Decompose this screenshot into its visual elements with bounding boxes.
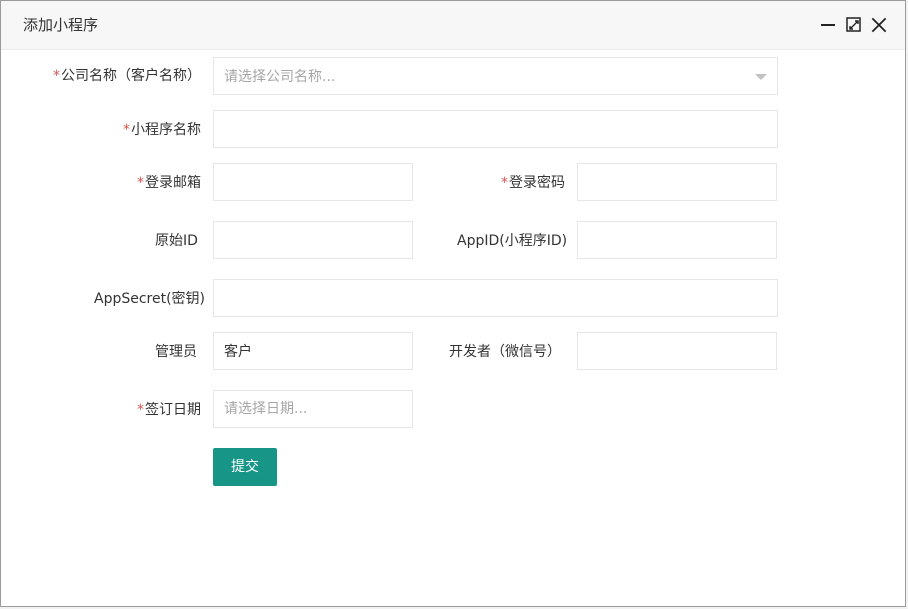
company-label: *公司名称（客户名称） [53, 66, 201, 86]
original-id-label: 原始ID [155, 233, 198, 249]
required-marker: * [53, 68, 60, 84]
company-select-placeholder: 请选择公司名称... [224, 69, 336, 85]
login-email-input[interactable] [213, 163, 413, 201]
required-marker: * [123, 122, 130, 138]
dialog-title: 添加小程序 [23, 16, 99, 34]
minimize-icon[interactable] [819, 16, 837, 34]
close-icon[interactable] [870, 16, 888, 34]
dialog-titlebar: 添加小程序 [1, 1, 905, 50]
company-select[interactable]: 请选择公司名称... [213, 57, 778, 95]
original-id-input[interactable] [213, 221, 413, 259]
chevron-down-icon [755, 74, 767, 80]
sign-date-label-text: 签订日期 [145, 402, 201, 418]
sign-date-label: *签订日期 [137, 400, 201, 420]
admin-input[interactable] [213, 332, 413, 370]
miniapp-name-label-text: 小程序名称 [131, 122, 201, 138]
login-email-label: *登录邮箱 [137, 173, 201, 193]
login-password-label-text: 登录密码 [509, 175, 565, 191]
add-miniapp-dialog: 添加小程序 *公司名称（客户名称） 请选择公司名称... *小程序名称 *登录邮… [0, 0, 906, 607]
app-secret-input[interactable] [213, 279, 778, 317]
maximize-icon[interactable] [845, 16, 863, 34]
admin-label: 管理员 [155, 344, 197, 360]
login-email-label-text: 登录邮箱 [145, 175, 201, 191]
developer-label: 开发者（微信号） [449, 344, 561, 360]
sign-date-input[interactable] [213, 390, 413, 428]
login-password-input[interactable] [577, 163, 777, 201]
developer-input[interactable] [577, 332, 777, 370]
required-marker: * [137, 402, 144, 418]
miniapp-name-label: *小程序名称 [123, 120, 201, 140]
app-id-label: AppID(小程序ID) [457, 233, 568, 249]
submit-button[interactable]: 提交 [213, 448, 277, 486]
required-marker: * [137, 175, 144, 191]
login-password-label: *登录密码 [501, 173, 565, 193]
app-secret-label: AppSecret(密钥) [94, 291, 206, 307]
miniapp-name-input[interactable] [213, 110, 778, 148]
company-label-text: 公司名称（客户名称） [61, 68, 201, 84]
app-id-input[interactable] [577, 221, 777, 259]
required-marker: * [501, 175, 508, 191]
